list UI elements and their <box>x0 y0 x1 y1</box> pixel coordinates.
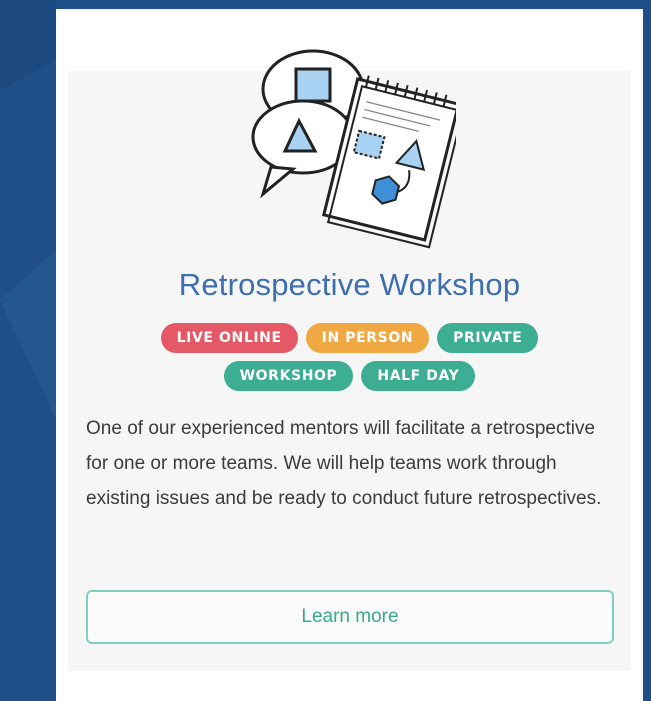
page-title: Retrospective Workshop <box>178 267 521 302</box>
tag-live-online: LIVE ONLINE <box>160 323 298 353</box>
workshop-card: Retrospective Workshop LIVE ONLINE IN PE… <box>56 9 643 701</box>
notebook-with-shapes-icon <box>251 49 456 249</box>
tag-private: PRIVATE <box>437 323 539 353</box>
tag-in-person: IN PERSON <box>305 323 430 353</box>
description: One of our experienced mentors will faci… <box>86 418 602 509</box>
tag-workshop: WORKSHOP <box>223 361 354 391</box>
learn-more-button[interactable]: Learn more <box>86 590 614 644</box>
tag-half-day: HALF DAY <box>361 361 476 391</box>
tag-list: LIVE ONLINE IN PERSON PRIVATE WORKSHOP H… <box>96 323 603 391</box>
